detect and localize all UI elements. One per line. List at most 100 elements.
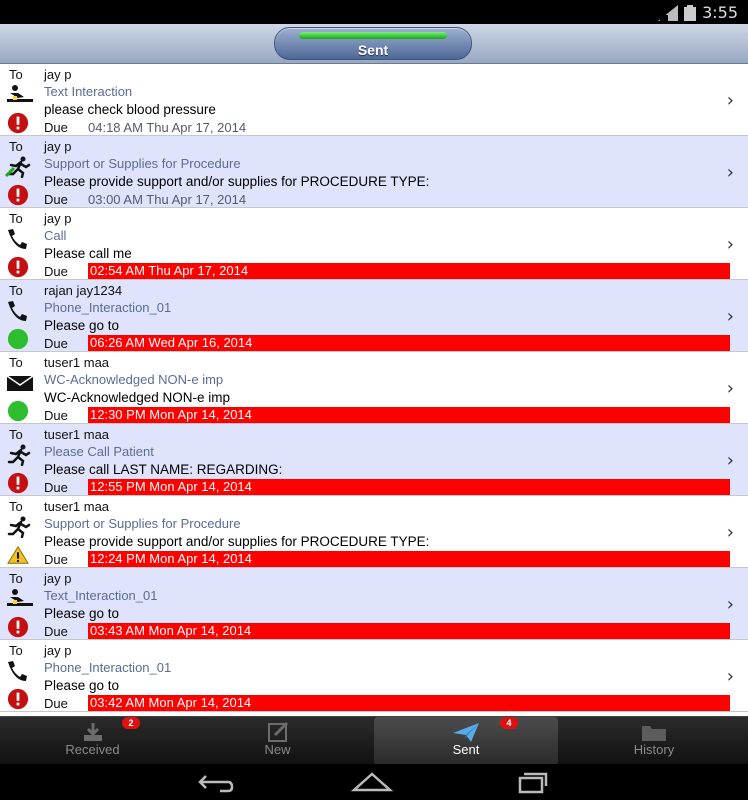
due-label: Due	[44, 552, 68, 567]
system-nav-bar	[0, 764, 748, 800]
message-text: Please provide support and/or supplies f…	[44, 174, 430, 189]
recipient-name: tuser1 maa	[44, 499, 110, 514]
folder-icon	[642, 726, 666, 741]
message-text: Please call me	[44, 246, 132, 261]
phone-icon	[8, 229, 27, 249]
overdue-date: 02:54 AM Thu Apr 17, 2014	[88, 263, 730, 279]
tab-sent[interactable]: 4 Sent	[374, 717, 558, 765]
title-indicator	[299, 32, 447, 39]
back-icon[interactable]	[192, 770, 236, 794]
battery-icon	[684, 4, 697, 21]
due-label: Due	[44, 696, 68, 711]
to-label: To	[9, 67, 23, 82]
chevron-right-icon[interactable]: ›	[727, 378, 734, 399]
status-green-icon	[7, 328, 29, 350]
message-text: WC-Acknowledged NON-e imp	[44, 390, 231, 405]
overdue-date: 03:43 AM Mon Apr 14, 2014	[88, 623, 730, 639]
text-interaction-icon	[7, 85, 33, 102]
overdue-date: 12:30 PM Mon Apr 14, 2014	[88, 407, 730, 423]
recipient-name: jay p	[44, 571, 72, 586]
chevron-right-icon[interactable]: ›	[727, 594, 734, 615]
tab-history[interactable]: History	[560, 717, 748, 765]
status-time: 3:55	[702, 3, 738, 22]
recipient-name: jay p	[44, 643, 72, 658]
running-person-icon	[7, 444, 31, 466]
due-label: Due	[44, 480, 68, 495]
chevron-right-icon[interactable]: ›	[727, 666, 734, 687]
chevron-right-icon[interactable]: ›	[727, 306, 734, 327]
interaction-type: Please Call Patient	[44, 444, 154, 459]
message-row[interactable]: To tuser1 maa WC-Acknowledged NON-e imp …	[0, 352, 748, 424]
message-text: Please go to	[44, 678, 120, 693]
message-row[interactable]: To jay p Text_Interaction_01 Please go t…	[0, 568, 748, 640]
priority-alert-icon	[7, 256, 29, 278]
interaction-type: Phone_Interaction_01	[44, 300, 172, 315]
priority-alert-icon	[7, 616, 29, 638]
tab-label: Sent	[452, 742, 480, 757]
message-row[interactable]: To jay p Text Interaction please check b…	[0, 64, 748, 136]
message-row[interactable]: To jay p Phone_Interaction_01 Please go …	[0, 640, 748, 712]
tab-label: Received	[65, 742, 120, 757]
message-row[interactable]: To rajan jay1234 Phone_Interaction_01 Pl…	[0, 280, 748, 352]
to-label: To	[9, 355, 23, 370]
message-row[interactable]: To tuser1 maa Please Call Patient Please…	[0, 424, 748, 496]
to-label: To	[9, 427, 23, 442]
interaction-type: Support or Supplies for Procedure	[44, 516, 241, 531]
title-bar: Sent	[0, 24, 748, 64]
to-label: To	[9, 283, 23, 298]
due-date: 04:18 AM Thu Apr 17, 2014	[88, 120, 247, 135]
signal-icon	[658, 4, 679, 21]
text-interaction-icon	[7, 589, 33, 606]
overdue-date: 06:26 AM Wed Apr 16, 2014	[88, 335, 730, 351]
message-text: Please go to	[44, 606, 120, 621]
title-pill: Sent	[274, 27, 472, 60]
interaction-type: WC-Acknowledged NON-e imp	[44, 372, 224, 387]
due-label: Due	[44, 192, 68, 207]
recipient-name: jay p	[44, 211, 72, 226]
chevron-right-icon[interactable]: ›	[727, 162, 734, 183]
chevron-right-icon[interactable]: ›	[727, 450, 734, 471]
due-label: Due	[44, 264, 68, 279]
message-text: Please provide support and/or supplies f…	[44, 534, 430, 549]
overdue-date: 03:42 AM Mon Apr 14, 2014	[88, 695, 730, 711]
recipient-name: jay p	[44, 139, 72, 154]
tab-label: New	[264, 742, 291, 757]
chevron-right-icon[interactable]: ›	[727, 522, 734, 543]
home-icon[interactable]	[350, 770, 394, 794]
page-title: Sent	[357, 42, 389, 58]
sent-message-list[interactable]: To jay p Text Interaction please check b…	[0, 64, 748, 716]
priority-alert-icon	[7, 472, 29, 494]
due-label: Due	[44, 624, 68, 639]
message-text: please check blood pressure	[44, 102, 216, 117]
phone-icon	[8, 661, 27, 681]
recipient-name: tuser1 maa	[44, 427, 110, 442]
running-person-icon	[4, 156, 31, 178]
due-label: Due	[44, 120, 68, 135]
recent-apps-icon[interactable]	[510, 770, 554, 794]
overdue-date: 12:55 PM Mon Apr 14, 2014	[88, 479, 730, 495]
status-bar: 3:55	[0, 0, 748, 24]
to-label: To	[9, 139, 23, 154]
chevron-right-icon[interactable]: ›	[727, 90, 734, 111]
message-row[interactable]: To tuser1 maa Support or Supplies for Pr…	[0, 496, 748, 568]
phone-icon	[8, 301, 27, 321]
chevron-right-icon[interactable]: ›	[727, 234, 734, 255]
recipient-name: rajan jay1234	[44, 283, 123, 298]
priority-alert-icon	[7, 184, 29, 206]
tab-new[interactable]: New	[185, 717, 370, 765]
message-row[interactable]: To jay p Support or Supplies for Procedu…	[0, 136, 748, 208]
tab-received[interactable]: 2 Received	[0, 717, 185, 765]
due-label: Due	[44, 408, 68, 423]
envelope-icon	[6, 375, 34, 391]
sent-badge: 4	[500, 717, 518, 729]
interaction-type: Phone_Interaction_01	[44, 660, 172, 675]
message-text: Please go to	[44, 318, 120, 333]
recipient-name: jay p	[44, 67, 72, 82]
message-row[interactable]: To jay p Call Please call me Due 02:54 A…	[0, 208, 748, 280]
inbox-download-icon	[83, 723, 102, 741]
to-label: To	[9, 643, 23, 658]
interaction-type: Support or Supplies for Procedure	[44, 156, 241, 171]
overdue-date: 12:24 PM Mon Apr 14, 2014	[88, 551, 730, 567]
to-label: To	[9, 211, 23, 226]
to-label: To	[9, 499, 23, 514]
